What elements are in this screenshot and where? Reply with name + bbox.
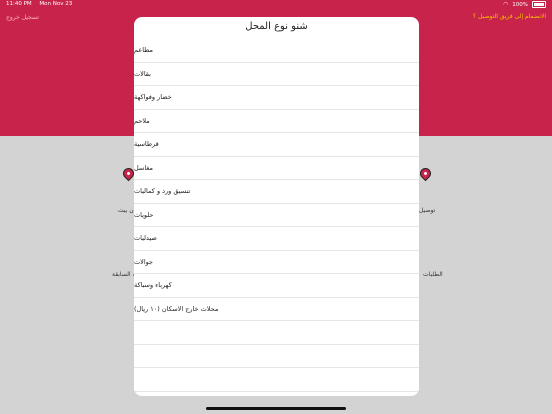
- store-type-option[interactable]: كهرباء وسباكة: [134, 274, 419, 298]
- store-type-label: بقالات: [134, 69, 151, 78]
- empty-row: [134, 368, 419, 392]
- store-type-list: مطاعم بقالات خضار وفواكهة ملاحم قرطاسية …: [134, 39, 419, 392]
- store-type-label: كهرباء وسباكة: [134, 281, 172, 290]
- battery-percent: 100%: [512, 1, 528, 8]
- modal-title: شنو نوع المحل: [245, 21, 308, 32]
- empty-row: [134, 321, 419, 345]
- store-type-option[interactable]: بقالات: [134, 63, 419, 86]
- wifi-icon: ◠: [503, 1, 509, 8]
- store-type-option[interactable]: مغاسل: [134, 157, 419, 180]
- store-type-label: ملاحم: [134, 116, 150, 125]
- status-date: Mon Nov 23: [39, 1, 73, 7]
- battery-icon: [532, 1, 546, 8]
- store-type-option[interactable]: صيدليات: [134, 227, 419, 251]
- home-delivery-option[interactable]: ن بيت: [118, 207, 134, 214]
- location-pin-icon: [417, 165, 434, 182]
- join-delivery-team-link[interactable]: الانضمام إلى فريق التوصيل ؟: [473, 13, 546, 20]
- store-type-option[interactable]: محلات خارج الاسكان (١٠ ريال): [134, 298, 419, 321]
- status-time: 11:40 PM: [6, 1, 32, 7]
- delivery-option[interactable]: توصيل: [419, 207, 435, 214]
- store-type-label: جوالات: [134, 257, 154, 266]
- store-type-option[interactable]: مطاعم: [134, 39, 419, 63]
- store-type-option[interactable]: تنسيق ورد و كماليات: [134, 180, 419, 204]
- store-type-option[interactable]: حلويات: [134, 204, 419, 227]
- store-type-label: تنسيق ورد و كماليات: [134, 187, 191, 196]
- store-type-label: مطاعم: [134, 46, 153, 55]
- store-type-label: محلات خارج الاسكان (١٠ ريال): [134, 304, 219, 313]
- store-type-label: خضار وفواكهة: [134, 93, 172, 102]
- store-type-option[interactable]: قرطاسية: [134, 133, 419, 157]
- store-type-option[interactable]: جوالات: [134, 251, 419, 274]
- store-type-modal: شنو نوع المحل مطاعم بقالات خضار وفواكهة …: [134, 17, 419, 396]
- previous-orders-right[interactable]: الطلبات: [423, 271, 443, 278]
- empty-row: [134, 345, 419, 368]
- store-type-option[interactable]: ملاحم: [134, 110, 419, 133]
- store-type-option[interactable]: خضار وفواكهة: [134, 86, 419, 110]
- store-type-label: قرطاسية: [134, 140, 159, 149]
- store-type-label: صيدليات: [134, 234, 157, 243]
- home-indicator[interactable]: [206, 407, 346, 410]
- store-type-label: حلويات: [134, 210, 154, 219]
- logout-link[interactable]: تسجيل خروج: [6, 14, 39, 21]
- status-bar: 11:40 PM Mon Nov 23 ◠ 100%: [0, 0, 552, 10]
- store-type-label: مغاسل: [134, 163, 153, 172]
